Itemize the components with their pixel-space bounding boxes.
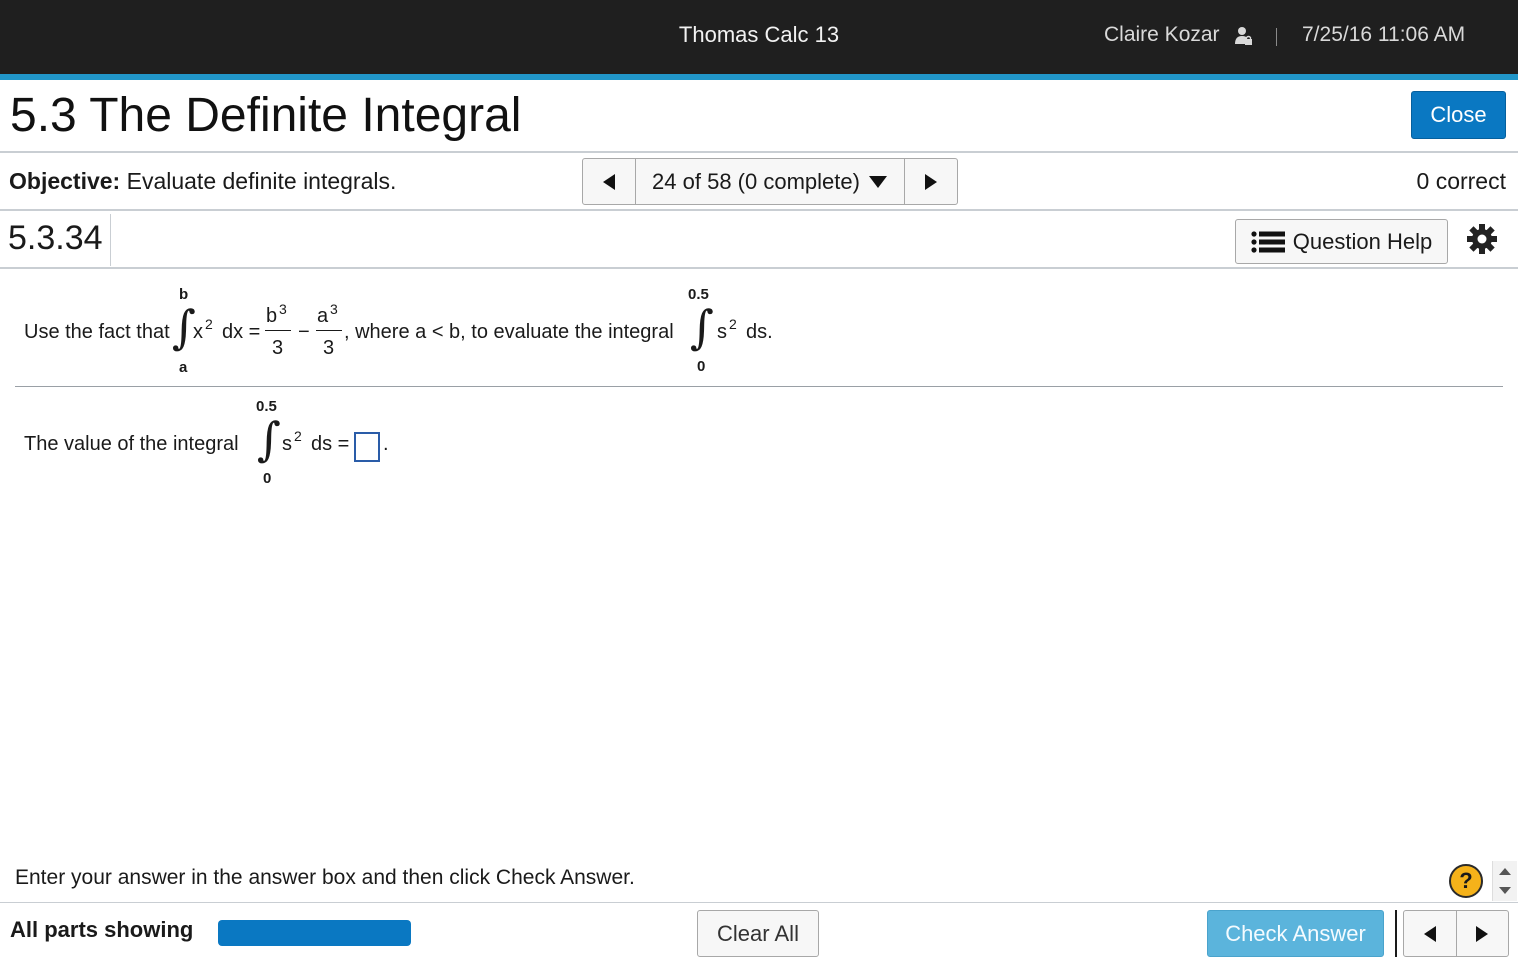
- correct-count: 0 correct: [1416, 168, 1506, 194]
- integrand: s: [282, 433, 292, 455]
- objective-label: Objective:: [9, 168, 121, 194]
- parts-progress-bar: [218, 920, 411, 946]
- numerator-power: 3: [279, 301, 287, 317]
- problem-middle-text: , where a < b, to evaluate the integral: [344, 321, 674, 343]
- integrand-power: 2: [294, 428, 302, 444]
- fraction-denominator: 3: [272, 337, 284, 359]
- footer-separator: [1395, 910, 1397, 957]
- user-lock-icon: [1235, 27, 1252, 45]
- integral-lower-limit: 0: [263, 470, 272, 487]
- question-id-separator: [110, 214, 111, 266]
- divider: [0, 209, 1518, 211]
- divider: [0, 267, 1518, 269]
- integrand: s: [717, 321, 727, 343]
- instruction-text: Enter your answer in the answer box and …: [15, 866, 635, 889]
- fraction-denominator: 3: [323, 337, 335, 359]
- problem-intro: Use the fact that: [24, 321, 170, 343]
- previous-question-button[interactable]: [1404, 911, 1457, 956]
- next-question-button[interactable]: [1457, 911, 1509, 956]
- gear-icon[interactable]: [1466, 223, 1498, 255]
- answer-period: .: [383, 433, 389, 455]
- integral-sign: ∫: [257, 412, 281, 466]
- differential: dx =: [222, 321, 261, 343]
- caret-down-icon: [868, 175, 887, 188]
- integrand-power: 2: [729, 316, 737, 332]
- help-question-icon[interactable]: ?: [1449, 864, 1483, 898]
- objective-text: Evaluate definite integrals.: [126, 168, 397, 194]
- integral-lower-limit: 0: [697, 358, 706, 375]
- fraction-bar: [316, 330, 342, 331]
- question-selector[interactable]: 24 of 58 (0 complete): [636, 159, 904, 204]
- scroll-arrows-icon: [1499, 868, 1511, 894]
- header-divider: [1276, 28, 1277, 46]
- next-question-button[interactable]: [904, 159, 957, 204]
- datetime: 7/25/16 11:06 AM: [1302, 23, 1466, 46]
- objective: Objective: Evaluate definite integrals.: [9, 168, 396, 195]
- previous-question-button[interactable]: [583, 159, 636, 204]
- numerator-power: 3: [330, 301, 338, 317]
- differential: ds =: [311, 433, 350, 455]
- page-title: 5.3 The Definite Integral: [10, 89, 522, 142]
- triangle-left-icon: [1423, 925, 1436, 942]
- answer-prompt: The value of the integral: [24, 433, 239, 455]
- section-divider: [15, 386, 1503, 387]
- list-icon: [1251, 230, 1285, 253]
- triangle-left-icon: [603, 173, 615, 190]
- minus-sign: −: [298, 321, 310, 343]
- integrand-power: 2: [205, 316, 213, 332]
- user-name[interactable]: Claire Kozar: [1104, 23, 1220, 47]
- fraction-numerator: b: [266, 305, 278, 327]
- footer-navigator: [1403, 910, 1509, 957]
- question-navigator: 24 of 58 (0 complete): [582, 158, 958, 205]
- triangle-right-icon: [1476, 925, 1489, 942]
- triangle-right-icon: [925, 173, 937, 190]
- close-button[interactable]: Close: [1411, 91, 1506, 139]
- question-help-button[interactable]: Question Help: [1235, 219, 1448, 264]
- fraction-bar: [265, 330, 291, 331]
- top-bar-accent: [0, 74, 1518, 80]
- question-id: 5.3.34: [8, 219, 103, 257]
- differential: ds.: [746, 321, 773, 343]
- check-answer-button[interactable]: Check Answer: [1207, 910, 1384, 957]
- question-selector-label: 24 of 58 (0 complete): [652, 168, 860, 194]
- scroll-control[interactable]: [1492, 861, 1517, 901]
- answer-input[interactable]: [354, 432, 380, 462]
- fraction-numerator: a: [317, 305, 329, 327]
- all-parts-label: All parts showing: [10, 917, 194, 942]
- divider: [0, 151, 1518, 153]
- footer-divider: [0, 902, 1518, 903]
- app-title: Thomas Calc 13: [678, 22, 840, 47]
- question-help-label: Question Help: [1292, 228, 1433, 254]
- clear-all-button[interactable]: Clear All: [697, 910, 819, 957]
- integral-lower-limit: a: [179, 359, 188, 376]
- integrand: x: [193, 321, 203, 343]
- integral-sign: ∫: [690, 300, 714, 354]
